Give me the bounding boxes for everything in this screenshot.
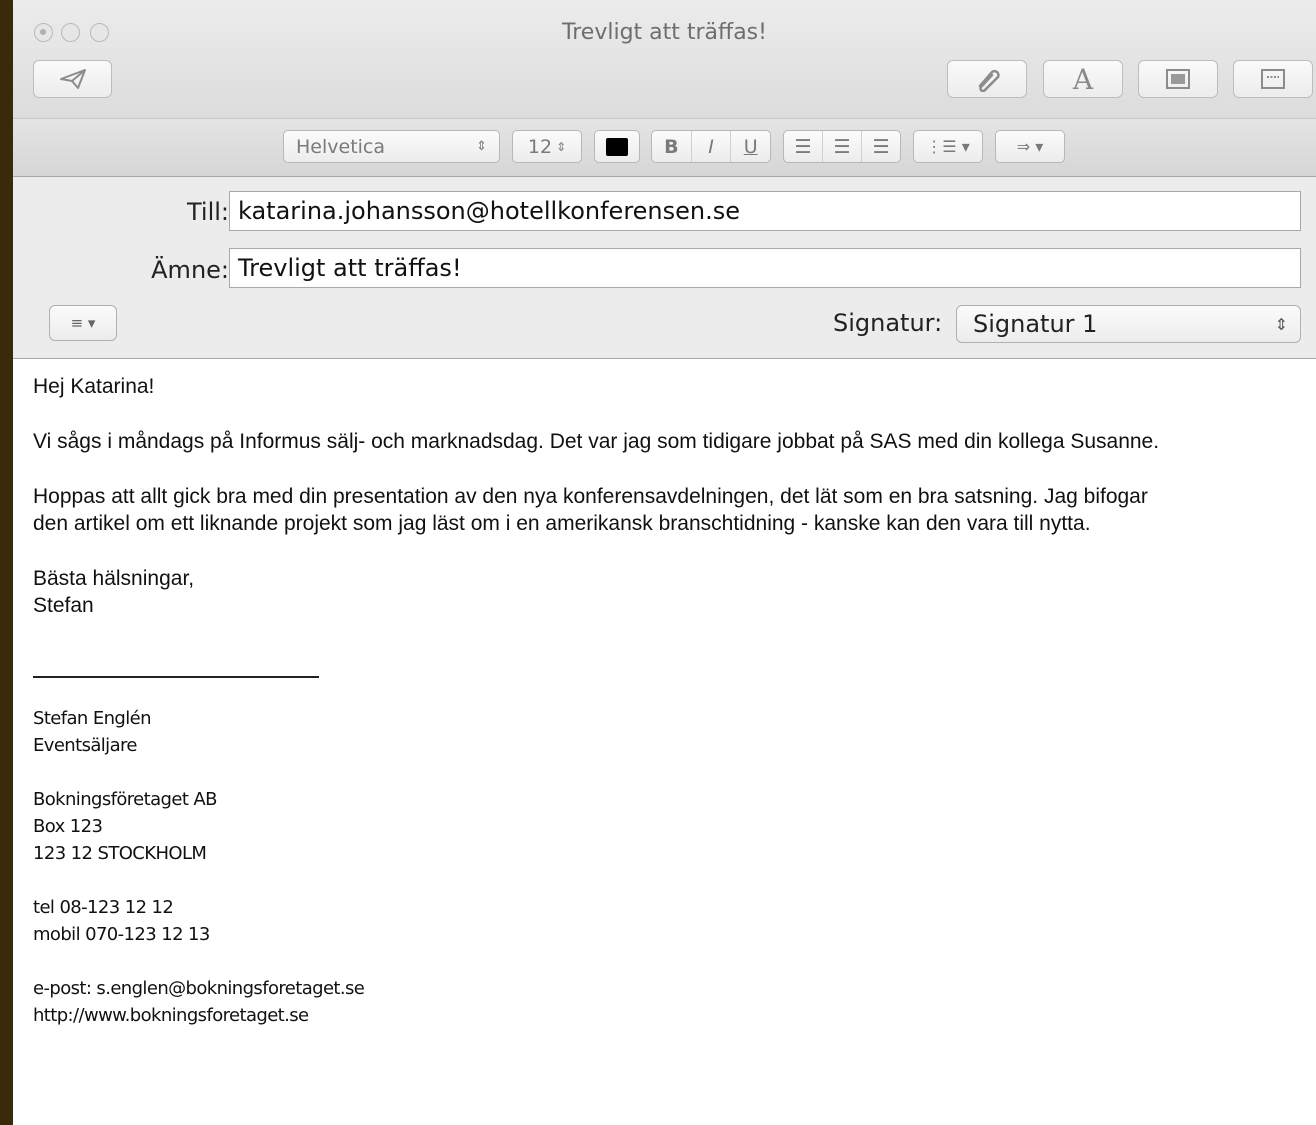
sender-name: Stefan — [33, 594, 94, 617]
format-bar: Helvetica ⇕ 12 ⇕ B I U ☰ ☰ ☰ ⋮☰ ▾ ⇒ ▾ — [13, 118, 1316, 177]
message-header: Till: katarina.johansson@hotellkonferens… — [13, 177, 1316, 359]
italic-label: I — [708, 135, 714, 158]
indent-arrow-icon: ⇒ ▾ — [1016, 137, 1044, 156]
signature-web: http://www.bokningsforetaget.se — [33, 1005, 309, 1026]
bold-button[interactable]: B — [652, 131, 692, 162]
signature-box: Box 123 — [33, 816, 103, 837]
attach-button[interactable] — [947, 60, 1027, 98]
window-title: Trevligt att träffas! — [562, 20, 767, 45]
align-center-icon: ☰ — [833, 135, 851, 158]
align-left-button[interactable]: ☰ — [784, 131, 823, 162]
underline-button[interactable]: U — [731, 131, 770, 162]
font-size-value: 12 — [527, 135, 553, 158]
title-bar: Trevligt att träffas! A — [13, 0, 1316, 118]
stationery-icon — [1261, 69, 1285, 89]
signature-tel: tel 08-123 12 12 — [33, 897, 174, 918]
fonts-button[interactable]: A — [1043, 60, 1123, 98]
list-icon: ⋮☰ ▾ — [926, 137, 970, 156]
signature-email: e-post: s.englen@bokningsforetaget.se — [33, 978, 365, 999]
font-size-select[interactable]: 12 ⇕ — [512, 130, 582, 163]
text-color-button[interactable] — [594, 130, 640, 163]
photo-browser-icon — [1166, 69, 1190, 89]
list-menu-button[interactable]: ⋮☰ ▾ — [913, 130, 983, 163]
signature-mobile: mobil 070-123 12 13 — [33, 924, 210, 945]
subject-field[interactable]: Trevligt att träffas! — [229, 248, 1301, 288]
body-paragraph-2: Hoppas att allt gick bra med din present… — [33, 483, 1313, 537]
signature-select[interactable]: Signatur 1 ⇕ — [956, 305, 1301, 343]
closing-block: Bästa hälsningar, Stefan — [33, 565, 1313, 619]
alignment-buttons: ☰ ☰ ☰ — [783, 130, 901, 163]
body-paragraph-2-line-2: den artikel om ett liknande projekt som … — [33, 512, 1091, 535]
body-paragraph-1: Vi sågs i måndags på Informus sälj- och … — [33, 430, 1160, 453]
header-options-button[interactable]: ≡ ▾ — [49, 305, 117, 341]
style-buttons: B I U — [651, 130, 771, 163]
closing-line: Bästa hälsningar, — [33, 567, 195, 590]
font-family-select[interactable]: Helvetica ⇕ — [283, 130, 500, 163]
signature-company: Bokningsföretaget AB — [33, 789, 217, 810]
indent-menu-button[interactable]: ⇒ ▾ — [995, 130, 1065, 163]
signature-value: Signatur 1 — [973, 310, 1098, 338]
photo-browser-button[interactable] — [1138, 60, 1218, 98]
signature-city: 123 12 STOCKHOLM — [33, 843, 207, 864]
signature-label: Signatur: — [833, 309, 943, 337]
email-signature: Stefan Englén Eventsäljare Bokningsföret… — [33, 705, 365, 1029]
to-field[interactable]: katarina.johansson@hotellkonferensen.se — [229, 191, 1301, 231]
underline-label: U — [743, 135, 758, 158]
stepper-arrows-icon: ⇕ — [476, 139, 487, 154]
paper-plane-icon — [59, 69, 86, 89]
hamburger-chevron-icon: ≡ ▾ — [70, 314, 96, 332]
align-right-icon: ☰ — [872, 135, 890, 158]
font-a-icon: A — [1072, 62, 1094, 96]
color-swatch-icon — [606, 137, 628, 156]
align-right-button[interactable]: ☰ — [862, 131, 900, 162]
signature-name: Stefan Englén — [33, 708, 152, 729]
subject-label: Ämne: — [151, 256, 229, 284]
greeting-line: Hej Katarina! — [33, 375, 155, 398]
align-center-button[interactable]: ☰ — [823, 131, 862, 162]
italic-button[interactable]: I — [692, 131, 732, 162]
send-button[interactable] — [33, 60, 112, 98]
stepper-arrows-icon: ⇕ — [1274, 314, 1288, 334]
bold-label: B — [664, 135, 679, 158]
signature-divider — [33, 676, 319, 678]
message-body[interactable]: Hej Katarina! Vi sågs i måndags på Infor… — [33, 373, 1313, 647]
to-label: Till: — [186, 198, 229, 226]
stepper-arrows-icon: ⇕ — [556, 139, 567, 154]
stationery-button[interactable] — [1233, 60, 1313, 98]
body-paragraph-2-line-1: Hoppas att allt gick bra med din present… — [33, 485, 1148, 508]
align-left-icon: ☰ — [794, 135, 812, 158]
mail-compose-window: Trevligt att träffas! A Helvetica ⇕ 12 ⇕… — [13, 0, 1316, 1125]
signature-role: Eventsäljare — [33, 735, 137, 756]
paperclip-icon — [978, 69, 1000, 92]
font-family-value: Helvetica — [296, 135, 386, 158]
